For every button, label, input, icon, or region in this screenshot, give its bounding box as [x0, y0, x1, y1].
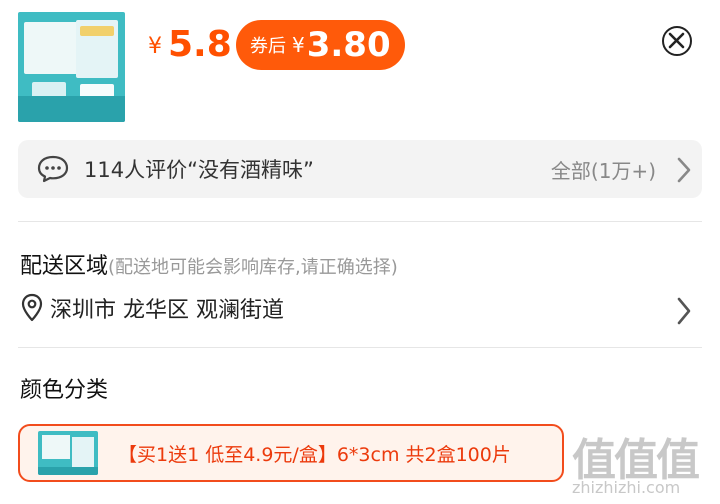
product-thumbnail[interactable] — [18, 12, 125, 122]
review-all-link[interactable]: 全部(1万+) — [551, 155, 656, 184]
location-pin-icon — [21, 293, 43, 322]
chevron-right-icon — [677, 157, 691, 183]
color-category-title: 颜色分类 — [20, 378, 109, 403]
chat-bubble-icon — [37, 155, 69, 183]
sku-option-selected[interactable]: 【买1送1 低至4.9元/盒】6*3cm 共2盒100片 — [18, 424, 564, 482]
coupon-currency: ¥ — [292, 33, 305, 57]
coupon-label: 券后 — [250, 36, 286, 57]
coupon-price-badge: 券后 ¥ 3.80 — [236, 20, 405, 70]
price-value: 5.8 — [168, 24, 232, 65]
sku-thumb-pack-side — [72, 437, 94, 467]
sku-option-label: 【买1送1 低至4.9元/盒】6*3cm 共2盒100片 — [118, 443, 511, 466]
price-currency: ¥ — [148, 34, 162, 59]
thumb-bottom-bar — [18, 96, 125, 122]
sku-thumb-pack — [42, 435, 70, 459]
review-highlight-text: 114人评价“没有酒精味” — [84, 158, 314, 182]
close-button[interactable] — [662, 26, 692, 56]
address-text: 深圳市 龙华区 观澜街道 — [50, 298, 284, 323]
thumb-tag — [80, 26, 114, 36]
sku-thumbnail — [38, 431, 98, 475]
divider — [18, 347, 702, 348]
delivery-title: 配送区域 — [20, 254, 109, 279]
delivery-note: (配送地可能会影响库存,请正确选择) — [108, 257, 398, 278]
review-summary-bar[interactable]: 114人评价“没有酒精味” 全部(1万+) — [18, 140, 702, 198]
address-chevron-right-icon[interactable] — [676, 297, 692, 325]
close-icon — [668, 32, 685, 49]
delivery-section-title: 配送区域(配送地可能会影响库存,请正确选择) — [20, 248, 398, 280]
address-selector[interactable]: 深圳市 龙华区 观澜街道 — [20, 292, 284, 324]
watermark-url: zhizhizhi.com — [572, 478, 681, 497]
coupon-price: 3.80 — [306, 25, 391, 65]
sku-thumb-bar — [38, 467, 98, 475]
divider — [18, 221, 702, 222]
thumb-package-front — [24, 22, 82, 74]
